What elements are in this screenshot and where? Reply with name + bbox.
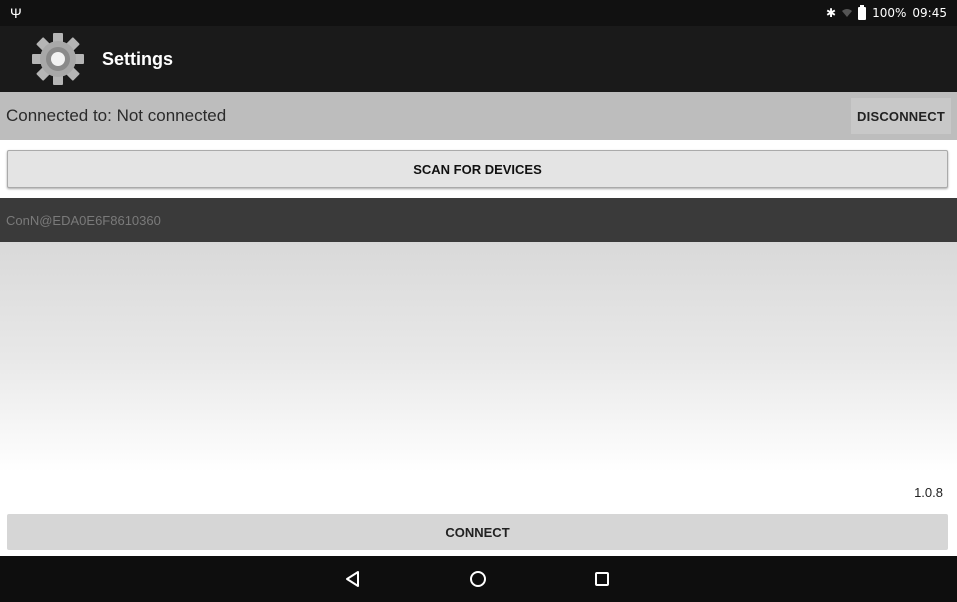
empty-list-area [0,242,957,472]
version-label: 1.0.8 [914,485,943,500]
back-button[interactable] [341,567,365,591]
wifi-icon [842,9,853,17]
status-left: Ψ [10,5,22,21]
bluetooth-icon: ✱ [826,6,837,20]
back-icon [346,571,359,587]
gear-icon [32,33,84,85]
device-list: ConN@EDA0E6F8610360 [0,198,957,242]
device-list-item[interactable]: ConN@EDA0E6F8610360 [0,198,957,242]
status-time: 09:45 [912,6,947,20]
navigation-bar [0,556,957,602]
recents-icon [595,572,609,586]
home-icon [470,571,486,587]
recents-button[interactable] [590,567,614,591]
disconnect-button[interactable]: DISCONNECT [851,98,951,134]
connect-button[interactable]: CONNECT [7,514,948,550]
home-button[interactable] [466,567,490,591]
battery-icon [858,4,867,20]
action-bar: Settings [0,26,957,92]
connection-status: Connected to: Not connected [6,106,227,125]
usb-icon: Ψ [10,5,22,21]
scan-for-devices-button[interactable]: SCAN FOR DEVICES [7,150,948,188]
status-bar: Ψ ✱ 100% 09:45 [0,0,957,26]
screen: Ψ ✱ 100% 09:45 Settings Connected to: No… [0,0,957,602]
battery-percent: 100% [872,6,907,20]
status-right: ✱ 100% 09:45 [826,4,947,20]
connection-row: Connected to: Not connected DISCONNECT [0,92,957,140]
app-title: Settings [102,48,174,69]
